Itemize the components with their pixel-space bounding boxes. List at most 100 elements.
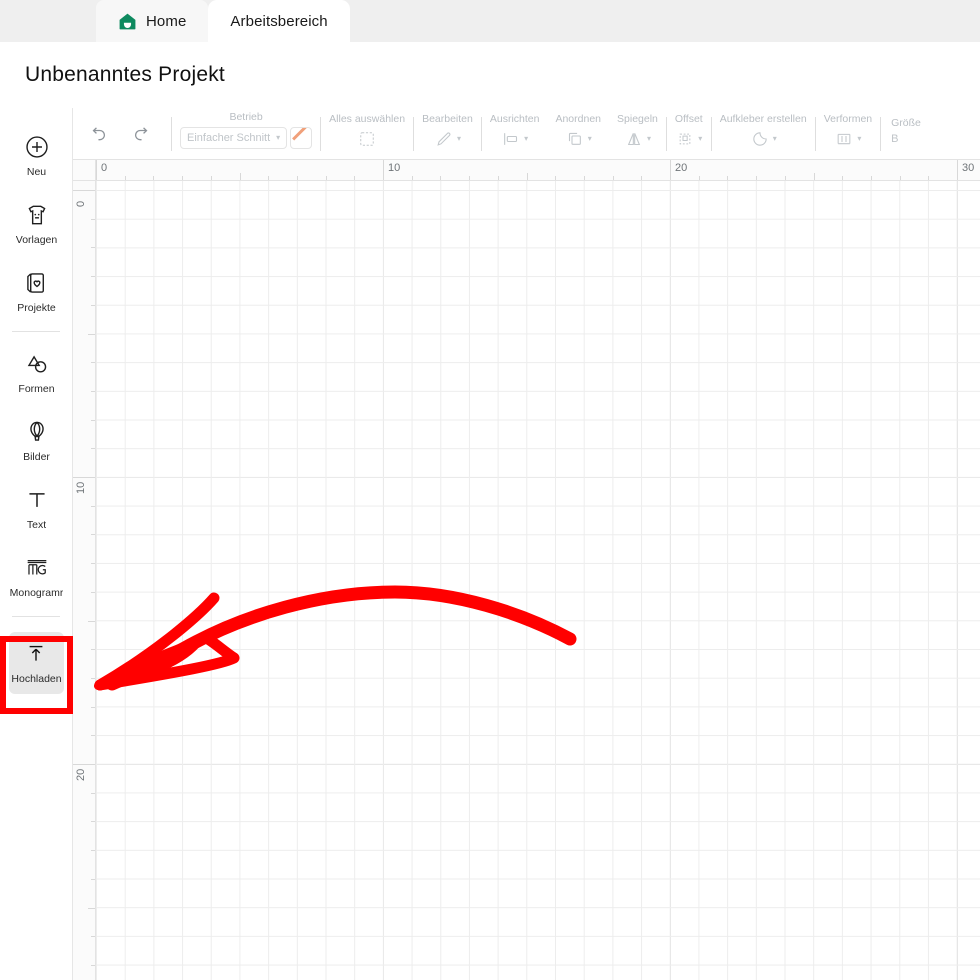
ruler-v-tick	[91, 735, 95, 737]
ruler-v-tick	[91, 448, 95, 450]
tool-caption: Offset	[674, 112, 703, 125]
sidebar-label-neu: Neu	[26, 166, 47, 178]
tool-groesse[interactable]: Größe B	[881, 117, 927, 151]
sidebar-label-hochladen: Hochladen	[11, 672, 62, 685]
arrange-layers-icon	[565, 129, 585, 149]
align-icon	[501, 129, 521, 149]
tab-home-label: Home	[146, 12, 187, 30]
ruler-v-tick	[91, 276, 95, 278]
ruler-h-tick	[153, 176, 155, 180]
ruler-h-tick	[842, 176, 844, 180]
sidebar-item-formen[interactable]: Formen	[0, 339, 73, 407]
ruler-h-tick	[526, 173, 528, 180]
ruler-h-label: 20	[675, 162, 688, 174]
ruler-v-label: 20	[75, 768, 87, 781]
cricut-design-space-app: Home Arbeitsbereich Unbenanntes Projekt …	[0, 0, 980, 980]
tool-alles-auswaehlen[interactable]: Alles auswählen	[321, 113, 413, 155]
ruler-h-label: 0	[101, 162, 108, 174]
tool-aufkleber-erstellen[interactable]: Aufkleber erstellen ▾	[712, 113, 815, 155]
tool-caption: Alles auswählen	[329, 112, 406, 125]
ruler-h-tick	[383, 160, 384, 180]
card-heart-icon	[24, 270, 50, 296]
ruler-h-tick	[440, 176, 442, 180]
tool-caption: Ausrichten	[489, 112, 540, 125]
sidebar-label-projekte: Projekte	[17, 302, 56, 314]
ruler-h-tick	[411, 176, 413, 180]
chevron-down-icon: ▾	[772, 133, 777, 143]
sidebar-item-hochladen[interactable]: Hochladen	[9, 632, 64, 694]
ruler-v-tick	[91, 964, 95, 966]
ruler-h-tick	[210, 176, 212, 180]
sidebar-item-bilder[interactable]: Bilder	[0, 407, 73, 475]
ruler-v-tick	[91, 821, 95, 823]
operation-group: Betrieb Einfacher Schnitt ▾	[172, 111, 320, 156]
ruler-h-tick	[497, 176, 499, 180]
horizontal-ruler[interactable]: 0 10 20 30	[96, 160, 980, 181]
ruler-h-tick	[296, 176, 298, 180]
operation-caption: Betrieb	[229, 111, 263, 123]
tab-arbeitsbereich-label: Arbeitsbereich	[230, 12, 328, 30]
ruler-v-tick	[91, 677, 95, 679]
plus-circle-icon	[24, 134, 50, 160]
sidebar-item-hochladen-wrap: Hochladen	[0, 624, 73, 702]
redo-arrow-icon[interactable]	[131, 123, 153, 145]
ruler-h-tick	[813, 173, 815, 180]
ruler-v-tick	[91, 591, 95, 593]
ruler-v-label: 0	[75, 200, 87, 207]
ruler-h-tick	[612, 176, 614, 180]
tool-bearbeiten[interactable]: Bearbeiten ▾	[414, 113, 481, 155]
flip-mirror-icon	[624, 129, 644, 149]
top-toolbar: Betrieb Einfacher Schnitt ▾ Alles auswäh…	[73, 108, 980, 160]
ruler-v-tick	[91, 505, 95, 507]
tool-anordnen[interactable]: Anordnen ▾	[547, 113, 609, 155]
browser-tabstrip: Home Arbeitsbereich	[0, 0, 980, 42]
chevron-down-icon: ▾	[857, 133, 862, 143]
ruler-h-tick	[96, 160, 97, 180]
ruler-h-tick	[928, 176, 930, 180]
sidebar-item-projekte[interactable]: Projekte	[0, 258, 73, 326]
ruler-v-tick	[91, 534, 95, 536]
ruler-v-tick	[88, 907, 95, 909]
undo-arrow-icon[interactable]	[87, 123, 109, 145]
chevron-down-icon: ▾	[646, 133, 651, 143]
ruler-h-tick	[354, 176, 356, 180]
design-canvas[interactable]	[96, 181, 980, 980]
ruler-h-tick	[124, 176, 126, 180]
ruler-h-tick	[698, 176, 700, 180]
ruler-h-tick	[756, 176, 758, 180]
ruler-h-tick	[727, 176, 729, 180]
vertical-ruler[interactable]: 0 10 20	[73, 181, 96, 980]
sidebar-item-monogramm[interactable]: Monogramr	[0, 543, 73, 611]
operation-select[interactable]: Einfacher Schnitt ▾	[180, 127, 288, 149]
operation-color-swatch[interactable]	[290, 127, 313, 149]
ruler-v-label: 10	[75, 481, 87, 494]
pencil-icon	[434, 129, 454, 149]
tab-arbeitsbereich[interactable]: Arbeitsbereich	[208, 0, 350, 42]
ruler-v-tick	[91, 850, 95, 852]
tab-home[interactable]: Home	[96, 0, 209, 42]
ruler-v-tick	[91, 649, 95, 651]
sidebar-item-neu[interactable]: Neu	[0, 122, 73, 190]
tshirt-icon	[24, 202, 50, 228]
ruler-h-tick	[641, 176, 643, 180]
tool-offset[interactable]: Offset ▾	[667, 113, 711, 155]
ruler-h-tick	[469, 176, 471, 180]
tool-caption: Spiegeln	[617, 112, 658, 125]
ruler-h-tick	[670, 160, 671, 180]
ruler-v-tick	[91, 563, 95, 565]
sidebar-item-vorlagen[interactable]: Vorlagen	[0, 190, 73, 258]
tool-verformen[interactable]: Verformen ▾	[816, 113, 880, 155]
tool-spiegeln[interactable]: Spiegeln ▾	[609, 113, 666, 155]
operation-value: Einfacher Schnitt	[187, 132, 271, 144]
tool-ausrichten[interactable]: Ausrichten ▾	[482, 113, 548, 155]
ruler-v-tick	[73, 190, 95, 191]
ruler-v-tick	[91, 706, 95, 708]
ruler-h-tick	[239, 173, 241, 180]
sidebar-label-formen: Formen	[18, 383, 55, 395]
sidebar-item-text[interactable]: Text	[0, 475, 73, 543]
ruler-v-tick	[88, 333, 95, 335]
ruler-h-tick	[583, 176, 585, 180]
ruler-h-tick	[870, 176, 872, 180]
ruler-v-tick	[88, 620, 95, 622]
chevron-down-icon: ▾	[587, 133, 592, 143]
